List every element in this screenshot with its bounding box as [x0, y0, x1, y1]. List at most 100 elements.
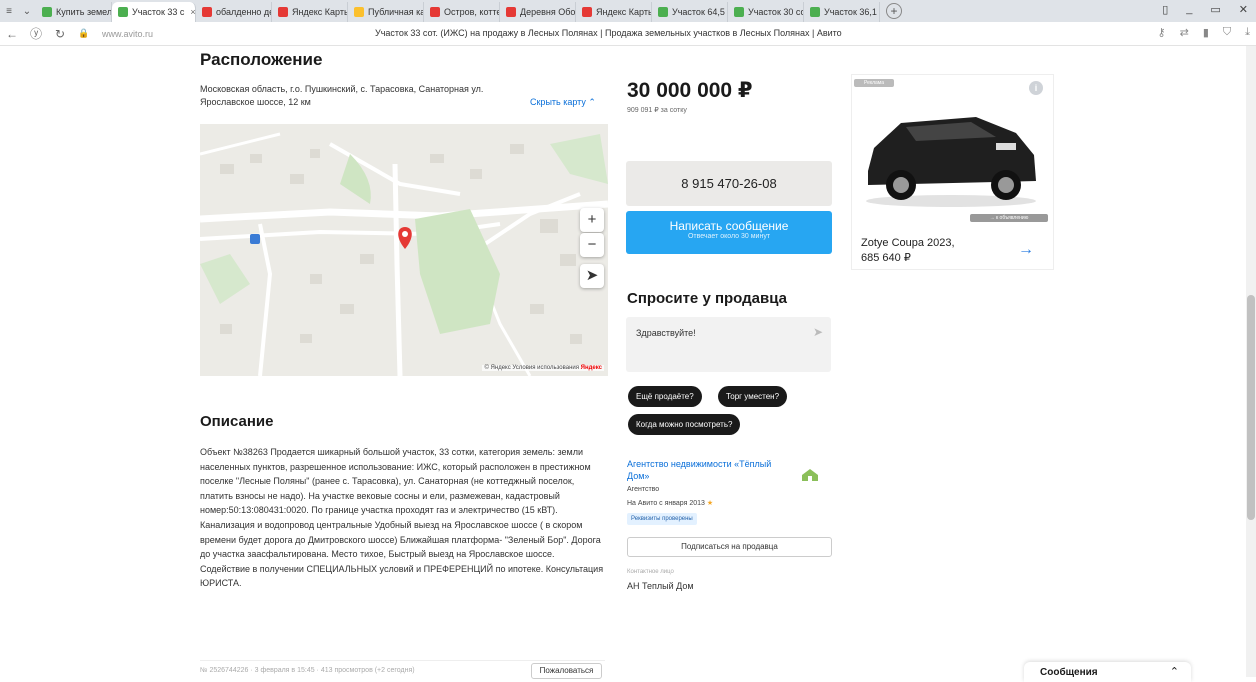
scrollbar-thumb[interactable]	[1247, 295, 1255, 520]
zoom-out-button[interactable]: −	[580, 233, 604, 257]
ask-seller-text: Здравствуйте!	[636, 328, 696, 338]
agency-link[interactable]: Агентство недвижимости «Тёплый Дом»	[627, 458, 787, 482]
hide-map-link[interactable]: Скрыть карту ⌃	[530, 97, 596, 108]
browser-tab[interactable]: Участок 64,5 со	[652, 2, 728, 22]
domain-text[interactable]: www.avito.ru	[102, 29, 153, 39]
browser-tab[interactable]: Участок 33 с ×	[112, 2, 196, 22]
browser-tab[interactable]: Яндекс Карты	[576, 2, 652, 22]
address-bar: ← ⓨ ↻ 🔒 www.avito.ru Участок 33 сот. (ИЖ…	[0, 22, 1256, 46]
map-copyright-text: © Яндекс Условия использования	[484, 365, 579, 371]
chip-when-view[interactable]: Когда можно посмотреть?	[628, 414, 741, 435]
verified-badge: Реквизиты проверены	[627, 513, 697, 525]
description-heading: Описание	[200, 413, 274, 430]
browser-tab[interactable]: Деревня Обол	[500, 2, 576, 22]
tab-label: Публичная кад	[368, 7, 423, 17]
locate-icon[interactable]: ➤	[580, 264, 604, 288]
chip-still-selling[interactable]: Ещё продаёте?	[628, 386, 702, 407]
member-since-text: На Авито с января 2013	[627, 500, 705, 507]
browser-tab[interactable]: Яндекс Карты	[272, 2, 348, 22]
tab-favicon-icon	[658, 7, 668, 17]
subscribe-button[interactable]: Подписаться на продавца	[627, 537, 832, 557]
star-icon: ★	[706, 500, 714, 507]
price-per-sotka: 909 091 ₽ за сотку	[627, 107, 687, 114]
back-button[interactable]: ←	[0, 27, 24, 41]
map-tiles	[200, 124, 608, 376]
ad-title[interactable]: Zotye Coupa 2023,	[861, 237, 955, 249]
location-heading: Расположение	[200, 50, 323, 69]
ask-seller-heading: Спросите у продавца	[627, 290, 787, 307]
tab-favicon-icon	[278, 7, 288, 17]
reload-button[interactable]: ↻	[48, 27, 72, 41]
bookmark-icon[interactable]: ▯	[1162, 3, 1168, 16]
tab-label: Участок 33 с	[132, 7, 185, 17]
tab-label: Участок 36,1 со	[824, 7, 879, 17]
ad-tag: Реклама	[854, 79, 894, 87]
close-window-button[interactable]: ✕	[1239, 3, 1248, 16]
tab-favicon-icon	[354, 7, 364, 17]
chevron-up-icon[interactable]: ⌃	[1170, 665, 1179, 678]
zoom-in-button[interactable]: +	[580, 208, 604, 232]
write-message-label: Написать сообщение	[669, 219, 789, 233]
address-line-1: Московская область, г.о. Пушкинский, с. …	[200, 84, 484, 94]
map-copyright[interactable]: © Яндекс Условия использования Яндекс	[482, 365, 604, 371]
tab-label: Яндекс Карты	[596, 7, 652, 17]
browser-tab[interactable]: обалденно дето	[196, 2, 272, 22]
download-icon[interactable]: ⤓	[1245, 26, 1250, 39]
tab-favicon-icon	[430, 7, 440, 17]
menu-icon[interactable]: ≡	[0, 6, 18, 17]
page-title[interactable]: Участок 33 сот. (ИЖС) на продажу в Лесны…	[375, 28, 842, 38]
arrow-right-icon[interactable]: →	[1018, 241, 1034, 259]
ad-banner[interactable]: Реклама i → к объявлению Zotye Coupa 202…	[851, 74, 1054, 270]
write-message-button[interactable]: Написать сообщение Отвечает около 30 мин…	[626, 211, 832, 254]
tab-strip: Купить земель Участок 33 с × обалденно дето…	[36, 0, 880, 22]
browser-tab[interactable]: Участок 30 сот	[728, 2, 804, 22]
agency-logo[interactable]	[800, 466, 820, 482]
send-icon[interactable]: ➤	[813, 325, 823, 339]
ask-seller-input[interactable]: Здравствуйте! ➤	[626, 317, 831, 372]
messages-widget[interactable]: Сообщения ⌃	[1024, 662, 1191, 682]
member-since: На Авито с января 2013 ★	[627, 499, 713, 507]
browser-tab[interactable]: Публичная кад	[348, 2, 424, 22]
tab-label: обалденно дето	[216, 7, 271, 17]
address-tools: ⚷ ⇄ ▮ ⛉ ⤓	[1158, 26, 1250, 39]
tab-label: Деревня Обол	[520, 7, 576, 17]
ad-open-button[interactable]: → к объявлению	[970, 214, 1048, 222]
key-icon[interactable]: ⚷	[1158, 26, 1166, 39]
maximize-button[interactable]: ▭	[1210, 3, 1220, 16]
tab-favicon-icon	[118, 7, 128, 17]
chip-bargain[interactable]: Торг уместен?	[718, 386, 788, 407]
car-image	[866, 117, 1036, 207]
agency-type: Агентство	[627, 486, 660, 493]
tab-favicon-icon	[202, 7, 212, 17]
listing-meta: № 2526744226 · 3 февраля в 15:45 · 413 п…	[200, 667, 415, 674]
divider	[200, 660, 605, 661]
tab-label: Участок 30 сот	[748, 7, 804, 17]
hide-map-label: Скрыть карту	[530, 97, 586, 107]
map[interactable]: + − ➤ © Яндекс Условия использования Янд…	[200, 124, 608, 376]
translate-icon[interactable]: ⇄	[1180, 26, 1189, 39]
description-text: Объект №38263 Продается шикарный большой…	[200, 447, 604, 589]
window-controls: ▯ _ ▭ ✕	[1162, 3, 1248, 16]
protect-icon[interactable]: ⛉	[1223, 26, 1231, 39]
phone-button[interactable]: 8 915 470-26-08	[626, 161, 832, 206]
browser-tab[interactable]: Участок 36,1 со	[804, 2, 880, 22]
tab-favicon-icon	[582, 7, 592, 17]
browser-tab[interactable]: Купить земель	[36, 2, 112, 22]
browser-tabbar: ≡ ⌄ Купить земель Участок 33 с × обалденно …	[0, 0, 1256, 22]
bookmark-page-icon[interactable]: ▮	[1203, 26, 1209, 39]
tab-list-icon[interactable]: ⌄	[18, 6, 36, 17]
lock-icon: 🔒	[78, 28, 90, 38]
tab-favicon-icon	[506, 7, 516, 17]
yandex-icon[interactable]: ⓨ	[24, 25, 48, 42]
minimize-button[interactable]: _	[1186, 3, 1192, 16]
chevron-up-icon: ⌃	[588, 97, 596, 107]
tab-favicon-icon	[810, 7, 820, 17]
price: 30 000 000 ₽	[627, 79, 753, 102]
browser-tab[interactable]: Остров, коттед	[424, 2, 500, 22]
ad-price: 685 640 ₽	[861, 252, 911, 264]
tab-favicon-icon	[42, 7, 52, 17]
close-tab-icon[interactable]: ×	[190, 7, 195, 17]
tab-label: Купить земель	[56, 7, 112, 17]
yandex-logo: Яндекс	[580, 365, 602, 371]
new-tab-button[interactable]: +	[886, 3, 902, 19]
